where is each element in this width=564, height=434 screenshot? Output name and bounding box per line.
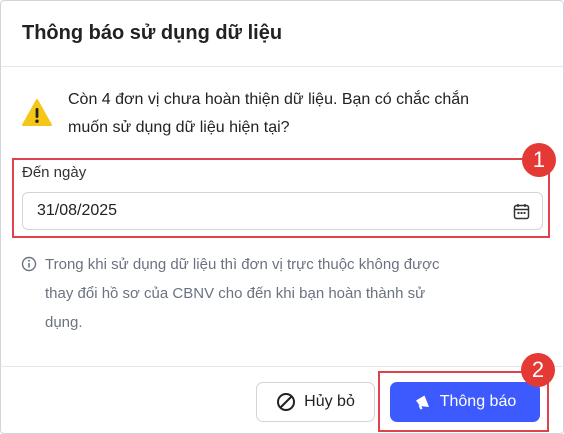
warning-text: Còn 4 đơn vị chưa hoàn thiện dữ liệu. Bạ… xyxy=(68,86,469,142)
info-text-line: thay đổi hồ sơ của CBNV cho đến khi bạn … xyxy=(45,285,426,302)
warning-text-line: muốn sử dụng dữ liệu hiện tại? xyxy=(68,119,290,136)
date-label: Đến ngày xyxy=(22,164,87,181)
info-note: Trong khi sử dụng dữ liệu thì đơn vị trự… xyxy=(21,250,541,337)
calendar-icon[interactable] xyxy=(513,203,530,220)
date-input[interactable]: 31/08/2025 xyxy=(22,192,543,230)
warning-text-line: Còn 4 đơn vị chưa hoàn thiện dữ liệu. Bạ… xyxy=(68,91,470,108)
step-badge-2: 2 xyxy=(521,353,555,387)
info-text-line: dụng. xyxy=(45,314,83,331)
date-field-group: Đến ngày 31/08/2025 xyxy=(12,158,550,238)
step-badge-1: 1 xyxy=(522,143,556,177)
info-text: Trong khi sử dụng dữ liệu thì đơn vị trự… xyxy=(45,250,439,337)
warning-icon xyxy=(22,99,52,126)
info-icon xyxy=(21,256,37,272)
cancel-icon xyxy=(277,393,296,411)
warning-message: Còn 4 đơn vị chưa hoàn thiện dữ liệu. Bạ… xyxy=(21,86,541,142)
info-text-line: Trong khi sử dụng dữ liệu thì đơn vị trự… xyxy=(45,256,440,273)
cancel-button[interactable]: Hủy bỏ xyxy=(256,382,375,422)
cancel-label: Hủy bỏ xyxy=(304,393,355,410)
date-value: 31/08/2025 xyxy=(37,202,118,219)
megaphone-icon xyxy=(415,395,429,410)
notify-label: Thông báo xyxy=(439,393,517,410)
dialog-header: Thông báo sử dụng dữ liệu xyxy=(1,1,563,67)
dialog-title: Thông báo sử dụng dữ liệu xyxy=(22,22,283,44)
notify-button[interactable]: Thông báo xyxy=(390,382,540,422)
